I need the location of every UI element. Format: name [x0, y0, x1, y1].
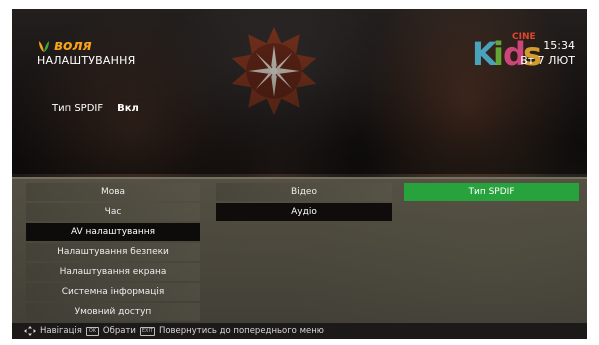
setting-label: Тип SPDIF	[52, 103, 104, 114]
menu-item-screen-settings[interactable]: Налаштування екрана	[26, 263, 200, 281]
menu-item-security-settings[interactable]: Налаштування безпеки	[26, 243, 200, 261]
menu-item-system-info[interactable]: Системна інформація	[26, 283, 200, 301]
main-menu-column: Мова Час AV налаштування Налаштування бе…	[26, 183, 200, 323]
settings-menu-panel: Мова Час AV налаштування Налаштування бе…	[12, 177, 587, 323]
submenu-item-audio[interactable]: Аудіо	[216, 203, 392, 221]
option-item-spdif-type[interactable]: Тип SPDIF	[404, 183, 579, 201]
menu-item-av-settings[interactable]: AV налаштування	[26, 223, 200, 241]
menu-item-time[interactable]: Час	[26, 203, 200, 221]
footer-nav-label: Навігація	[40, 326, 82, 336]
submenu-item-video[interactable]: Відео	[216, 183, 392, 201]
footer-select-label: Обрати	[102, 326, 136, 336]
clock-time: 15:34	[543, 39, 575, 52]
page-title: НАЛАШТУВАННЯ	[37, 54, 136, 67]
footer-back-label: Повернутись до попереднього меню	[158, 326, 324, 336]
brand-name: воля	[54, 38, 92, 54]
leaf-icon	[39, 41, 49, 52]
ok-key-icon: OK	[85, 326, 99, 336]
menu-item-conditional-access[interactable]: Умовний доступ	[26, 303, 200, 321]
sub-menu-column: Відео Аудіо	[216, 183, 392, 223]
tv-screen: воля НАЛАШТУВАННЯ K i d s CINE 15:34 Вт …	[12, 9, 587, 339]
navigation-arrows-icon	[24, 326, 36, 336]
footer-hint-bar: Навігація OK Обрати EXIT Повернутись до …	[12, 323, 587, 339]
options-column: Тип SPDIF	[404, 183, 579, 203]
menu-item-language[interactable]: Мова	[26, 183, 200, 201]
brand-logo: воля	[37, 38, 92, 54]
clock-date: Вт 7 ЛЮТ	[520, 54, 575, 67]
exit-key-icon: EXIT	[139, 326, 155, 336]
current-setting-info: Тип SPDIF Вкл	[52, 103, 139, 114]
setting-value: Вкл	[117, 103, 139, 114]
clock: 15:34 Вт 7 ЛЮТ	[520, 38, 575, 68]
